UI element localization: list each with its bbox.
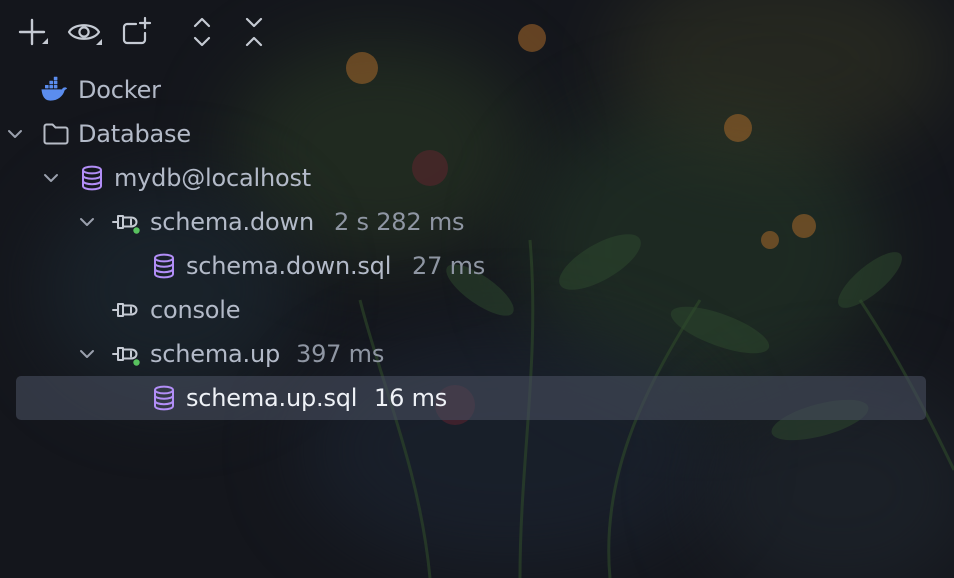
tree-item-session-schema-down[interactable]: schema.down 2 s 282 ms: [0, 200, 940, 244]
tree-item-label: schema.down: [150, 208, 314, 236]
expand-all-icon: [193, 17, 211, 47]
tree-item-file-schema-up-sql[interactable]: schema.up.sql 16 ms: [0, 376, 940, 420]
tree-item-label: schema.down.sql: [186, 252, 392, 280]
status-dot: [133, 227, 140, 234]
chevron-down-icon[interactable]: [76, 332, 98, 376]
chevron-down-icon[interactable]: [4, 112, 26, 156]
toolbar: [0, 0, 954, 64]
eye-icon: [67, 24, 102, 45]
docker-icon: [40, 68, 68, 112]
plus-icon: [18, 18, 48, 46]
folder-icon: [42, 112, 70, 156]
session-plug-icon: [112, 200, 140, 244]
tree-item-data-source[interactable]: mydb@localhost: [0, 156, 940, 200]
tree-item-session-console[interactable]: console: [0, 288, 940, 332]
database-icon: [150, 376, 178, 420]
database-icon: [78, 156, 106, 200]
view-button[interactable]: [66, 14, 102, 50]
expand-all-button[interactable]: [184, 14, 220, 50]
tree-item-label: mydb@localhost: [114, 164, 311, 192]
collapse-all-button[interactable]: [236, 14, 272, 50]
tree-item-label: Database: [78, 120, 191, 148]
tree-item-file-schema-down-sql[interactable]: schema.down.sql 27 ms: [0, 244, 940, 288]
tree-item-docker[interactable]: Docker: [0, 68, 940, 112]
collapse-all-icon: [245, 17, 263, 47]
status-dot: [133, 359, 140, 366]
new-query-console-button[interactable]: [118, 14, 154, 50]
tree-item-session-schema-up[interactable]: schema.up 397 ms: [0, 332, 940, 376]
database-icon: [150, 244, 178, 288]
chevron-down-icon[interactable]: [40, 156, 62, 200]
tree-item-label: schema.up: [150, 340, 281, 368]
execution-time: 397 ms: [296, 340, 385, 368]
chevron-down-icon[interactable]: [76, 200, 98, 244]
add-button[interactable]: [14, 14, 50, 50]
execution-time: 16 ms: [374, 384, 448, 412]
session-plug-icon: [112, 288, 140, 332]
execution-time: 27 ms: [412, 252, 486, 280]
execution-time: 2 s 282 ms: [334, 208, 465, 236]
tree-item-label: schema.up.sql: [186, 384, 358, 412]
tree-item-database-folder[interactable]: Database: [0, 112, 940, 156]
tree-item-label: Docker: [78, 76, 161, 104]
tree-item-label: console: [150, 296, 241, 324]
new-console-icon: [122, 16, 152, 45]
session-plug-icon: [112, 332, 140, 376]
